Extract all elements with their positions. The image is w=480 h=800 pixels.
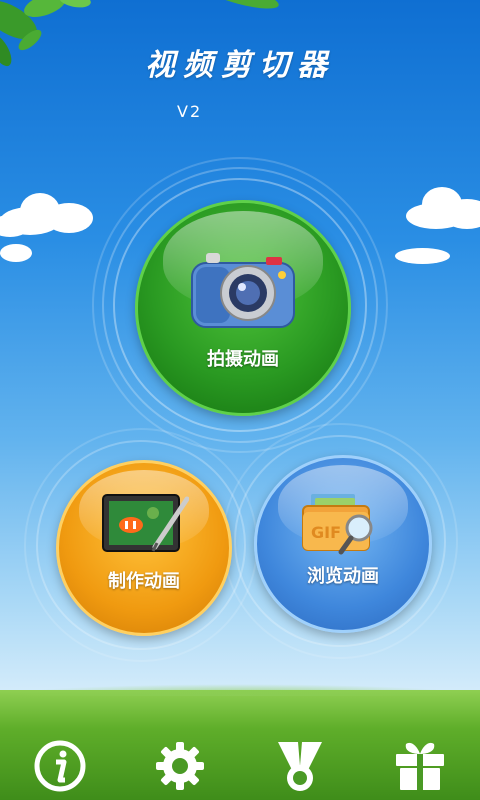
cloud-right-small bbox=[395, 244, 455, 266]
create-animation-label: 制作动画 bbox=[108, 571, 180, 592]
capture-animation-button[interactable]: 拍摄动画 bbox=[135, 200, 351, 416]
cloud-left-small bbox=[0, 240, 40, 265]
share-icon bbox=[278, 742, 322, 791]
info-icon bbox=[34, 740, 86, 792]
settings-button[interactable] bbox=[152, 738, 208, 794]
capture-animation-label: 拍摄动画 bbox=[207, 349, 279, 370]
share-button[interactable] bbox=[272, 738, 328, 794]
create-animation-button[interactable]: 制作动画 bbox=[56, 460, 232, 636]
gift-icon bbox=[396, 742, 444, 790]
tablet-pen-icon bbox=[102, 494, 189, 552]
cloud-right bbox=[402, 185, 480, 245]
gear-icon bbox=[156, 742, 204, 790]
gif-folder-icon: GIF bbox=[302, 494, 373, 555]
gift-button[interactable] bbox=[392, 738, 448, 794]
app-version: V2 bbox=[177, 102, 203, 121]
info-button[interactable] bbox=[32, 738, 88, 794]
bottom-toolbar bbox=[0, 730, 480, 800]
browse-animation-label: 浏览动画 bbox=[307, 566, 379, 587]
camera-icon bbox=[191, 253, 295, 328]
cloud-left bbox=[0, 185, 100, 245]
svg-text:GIF: GIF bbox=[311, 523, 341, 542]
app-title: 视频剪切器 bbox=[145, 48, 335, 83]
browse-animation-button[interactable]: GIF 浏览动画 bbox=[254, 455, 432, 633]
main-screen: 视频剪切器 V2 拍摄动画 制作动画 GIF 浏览动画 bbox=[0, 0, 480, 800]
